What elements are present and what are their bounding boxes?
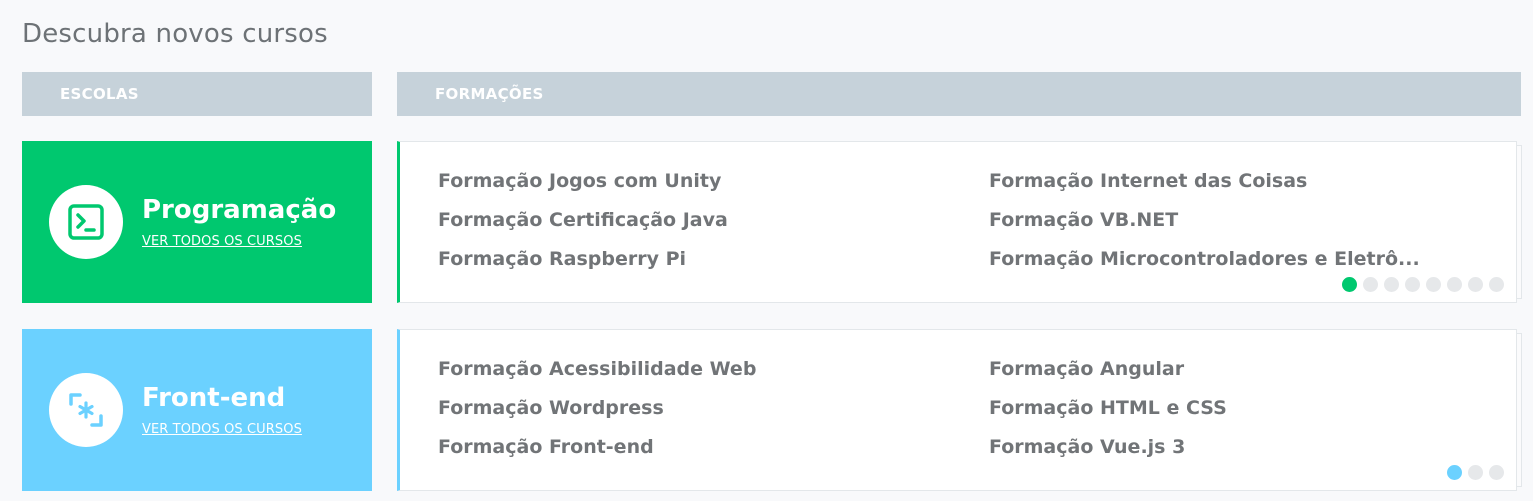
- carousel-dot[interactable]: [1468, 277, 1483, 292]
- carousel-dot[interactable]: [1489, 277, 1504, 292]
- terminal-icon: [68, 204, 104, 240]
- carousel-dot[interactable]: [1405, 277, 1420, 292]
- formation-link[interactable]: Formação HTML e CSS: [989, 397, 1227, 419]
- formation-link[interactable]: Formação Acessibilidade Web: [438, 358, 756, 380]
- carousel-pagination: [1447, 465, 1504, 480]
- schools-column-header: ESCOLAS: [22, 72, 372, 116]
- carousel-dot[interactable]: [1363, 277, 1378, 292]
- formations-panel-front-end: Formação Acessibilidade Web Formação Wor…: [397, 329, 1522, 491]
- carousel-pagination: [1342, 277, 1504, 292]
- formation-link[interactable]: Formação Certificação Java: [438, 209, 728, 231]
- formation-link[interactable]: Formação Vue.js 3: [989, 436, 1185, 458]
- formation-link[interactable]: Formação Front-end: [438, 436, 654, 458]
- carousel-next-edge: [1517, 145, 1522, 299]
- carousel-dot[interactable]: [1468, 465, 1483, 480]
- carousel-dot[interactable]: [1384, 277, 1399, 292]
- formation-link[interactable]: Formação Raspberry Pi: [438, 248, 686, 270]
- carousel-dot[interactable]: [1489, 465, 1504, 480]
- school-icon-badge: [49, 373, 123, 447]
- formation-link[interactable]: Formação VB.NET: [989, 209, 1178, 231]
- carousel-dot[interactable]: [1447, 465, 1462, 480]
- formations-column-header: FORMAÇÕES: [397, 72, 1521, 116]
- carousel-dot[interactable]: [1447, 277, 1462, 292]
- school-icon-badge: [49, 185, 123, 259]
- view-all-courses-link[interactable]: VER TODOS OS CURSOS: [142, 422, 302, 437]
- school-name: Front-end: [142, 383, 286, 413]
- formations-panel-programacao: Formação Jogos com Unity Formação Certif…: [397, 141, 1522, 303]
- page-title: Descubra novos cursos: [22, 19, 328, 49]
- frontend-asterisk-icon: [69, 393, 103, 427]
- school-name: Programação: [142, 195, 337, 225]
- formation-link[interactable]: Formação Microcontroladores e Eletrô...: [989, 248, 1420, 270]
- view-all-courses-link[interactable]: VER TODOS OS CURSOS: [142, 234, 302, 249]
- carousel-next-edge: [1517, 333, 1522, 487]
- school-card-front-end[interactable]: Front-end VER TODOS OS CURSOS: [22, 329, 372, 491]
- carousel-dot[interactable]: [1342, 277, 1357, 292]
- formation-link[interactable]: Formação Jogos com Unity: [438, 170, 721, 192]
- carousel-dot[interactable]: [1426, 277, 1441, 292]
- formation-link[interactable]: Formação Angular: [989, 358, 1184, 380]
- formation-link[interactable]: Formação Wordpress: [438, 397, 664, 419]
- formation-link[interactable]: Formação Internet das Coisas: [989, 170, 1307, 192]
- school-card-programacao[interactable]: Programação VER TODOS OS CURSOS: [22, 141, 372, 303]
